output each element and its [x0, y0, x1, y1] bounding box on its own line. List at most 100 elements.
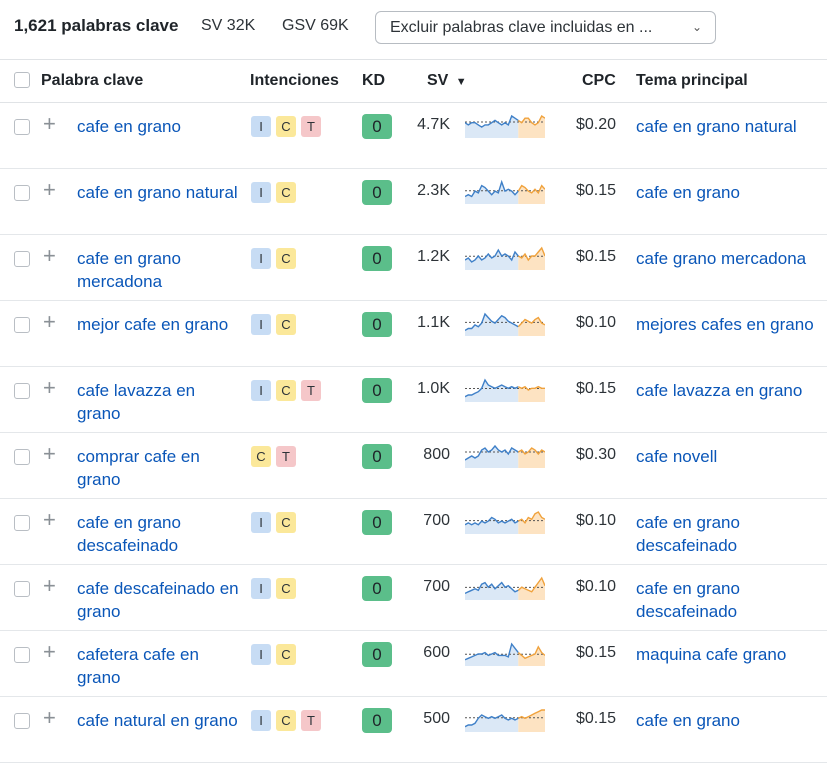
intent-badge[interactable]: T: [276, 446, 296, 467]
intent-badge[interactable]: T: [301, 380, 321, 401]
cpc-value: $0.20: [575, 116, 616, 133]
cpc-value: $0.15: [575, 182, 616, 199]
intent-badge[interactable]: I: [251, 314, 271, 335]
intent-badge[interactable]: C: [276, 314, 296, 335]
select-all-checkbox[interactable]: [14, 72, 30, 88]
intent-badge[interactable]: C: [276, 710, 296, 731]
col-intents[interactable]: Intenciones: [250, 72, 339, 90]
row-checkbox[interactable]: [14, 317, 30, 333]
topic-link[interactable]: cafe novell: [636, 445, 826, 468]
col-keyword[interactable]: Palabra clave: [41, 72, 143, 90]
keyword-link[interactable]: cafe en grano natural: [77, 181, 242, 204]
intent-badge[interactable]: T: [301, 116, 321, 137]
table-row: + cafe en grano descafeinado I C 0 700 $0.10 ca…: [0, 499, 827, 565]
row-checkbox[interactable]: [14, 647, 30, 663]
plus-icon[interactable]: +: [43, 179, 56, 201]
keyword-link[interactable]: cafe lavazza en grano: [77, 379, 242, 425]
intent-badge[interactable]: C: [276, 644, 296, 665]
intent-badge[interactable]: C: [276, 380, 296, 401]
trend-sparkline[interactable]: [465, 706, 545, 732]
kd-badge: 0: [362, 576, 392, 601]
table-header: Palabra clave Intenciones KD SV ▼ CPC Te…: [0, 59, 827, 103]
row-checkbox[interactable]: [14, 581, 30, 597]
row-checkbox[interactable]: [14, 119, 30, 135]
col-kd[interactable]: KD: [362, 72, 385, 90]
topic-link[interactable]: cafe en grano: [636, 709, 826, 732]
row-checkbox[interactable]: [14, 251, 30, 267]
search-volume: 700: [423, 512, 450, 529]
trend-sparkline[interactable]: [465, 574, 545, 600]
intent-badge[interactable]: T: [301, 710, 321, 731]
row-checkbox[interactable]: [14, 383, 30, 399]
keyword-count: 1,621 palabras clave: [14, 16, 179, 35]
topic-link[interactable]: maquina cafe grano: [636, 643, 826, 666]
keyword-link[interactable]: cafetera cafe en grano: [77, 643, 242, 689]
intent-badge[interactable]: C: [276, 512, 296, 533]
keyword-link[interactable]: cafe descafeinado en grano: [77, 577, 242, 623]
trend-area-recent: [518, 248, 545, 270]
table-row: + cafetera cafe en grano I C 0 600 $0.15 maquin…: [0, 631, 827, 697]
intent-badge[interactable]: I: [251, 380, 271, 401]
col-cpc[interactable]: CPC: [582, 72, 616, 90]
intent-badge[interactable]: I: [251, 182, 271, 203]
plus-icon[interactable]: +: [43, 377, 56, 399]
trend-sparkline[interactable]: [465, 112, 545, 138]
plus-icon[interactable]: +: [43, 509, 56, 531]
trend-sparkline[interactable]: [465, 244, 545, 270]
intent-badge[interactable]: I: [251, 578, 271, 599]
intent-badges: CT: [251, 446, 296, 467]
keywords-table: Palabra clave Intenciones KD SV ▼ CPC Te…: [0, 59, 827, 763]
plus-icon[interactable]: +: [43, 311, 56, 333]
intent-badge[interactable]: I: [251, 644, 271, 665]
plus-icon[interactable]: +: [43, 113, 56, 135]
table-row: + cafe natural en grano I C T 0 500 $0.15 cafe e…: [0, 697, 827, 763]
exclude-keywords-select[interactable]: Excluir palabras clave incluidas en ... …: [375, 11, 716, 44]
keyword-link[interactable]: cafe natural en grano: [77, 709, 242, 732]
trend-sparkline[interactable]: [465, 508, 545, 534]
kd-badge: 0: [362, 642, 392, 667]
intent-badges: ICT: [251, 380, 321, 401]
intent-badge[interactable]: I: [251, 248, 271, 269]
row-checkbox[interactable]: [14, 515, 30, 531]
intent-badge[interactable]: C: [276, 182, 296, 203]
intent-badge[interactable]: C: [276, 116, 296, 137]
keyword-link[interactable]: cafe en grano descafeinado: [77, 511, 242, 557]
plus-icon[interactable]: +: [43, 443, 56, 465]
row-checkbox[interactable]: [14, 449, 30, 465]
trend-area-recent: [518, 578, 545, 600]
topic-link[interactable]: cafe en grano descafeinado: [636, 511, 826, 557]
intent-badge[interactable]: I: [251, 116, 271, 137]
col-topic[interactable]: Tema principal: [636, 72, 748, 90]
plus-icon[interactable]: +: [43, 641, 56, 663]
keyword-link[interactable]: cafe en grano mercadona: [77, 247, 242, 293]
chevron-down-icon: ⌄: [691, 20, 702, 34]
topic-link[interactable]: cafe en grano descafeinado: [636, 577, 826, 623]
trend-sparkline[interactable]: [465, 376, 545, 402]
kd-badge: 0: [362, 114, 392, 139]
topic-link[interactable]: cafe en grano natural: [636, 115, 826, 138]
topic-link[interactable]: mejores cafes en grano: [636, 313, 826, 336]
row-checkbox[interactable]: [14, 185, 30, 201]
topic-link[interactable]: cafe grano mercadona: [636, 247, 826, 270]
intent-badge[interactable]: I: [251, 512, 271, 533]
row-checkbox[interactable]: [14, 713, 30, 729]
plus-icon[interactable]: +: [43, 575, 56, 597]
intent-badge[interactable]: I: [251, 710, 271, 731]
col-sv[interactable]: SV ▼: [427, 72, 467, 90]
topic-link[interactable]: cafe lavazza en grano: [636, 379, 826, 402]
plus-icon[interactable]: +: [43, 245, 56, 267]
intent-badge[interactable]: C: [251, 446, 271, 467]
topic-link[interactable]: cafe en grano: [636, 181, 826, 204]
trend-sparkline[interactable]: [465, 178, 545, 204]
table-row: + cafe descafeinado en grano I C 0 700 $0.10 ca…: [0, 565, 827, 631]
keyword-link[interactable]: comprar cafe en grano: [77, 445, 242, 491]
intent-badge[interactable]: C: [276, 578, 296, 599]
trend-sparkline[interactable]: [465, 640, 545, 666]
cpc-value: $0.10: [575, 512, 616, 529]
keyword-link[interactable]: mejor cafe en grano: [77, 313, 242, 336]
keyword-link[interactable]: cafe en grano: [77, 115, 242, 138]
intent-badge[interactable]: C: [276, 248, 296, 269]
plus-icon[interactable]: +: [43, 707, 56, 729]
trend-sparkline[interactable]: [465, 442, 545, 468]
trend-sparkline[interactable]: [465, 310, 545, 336]
